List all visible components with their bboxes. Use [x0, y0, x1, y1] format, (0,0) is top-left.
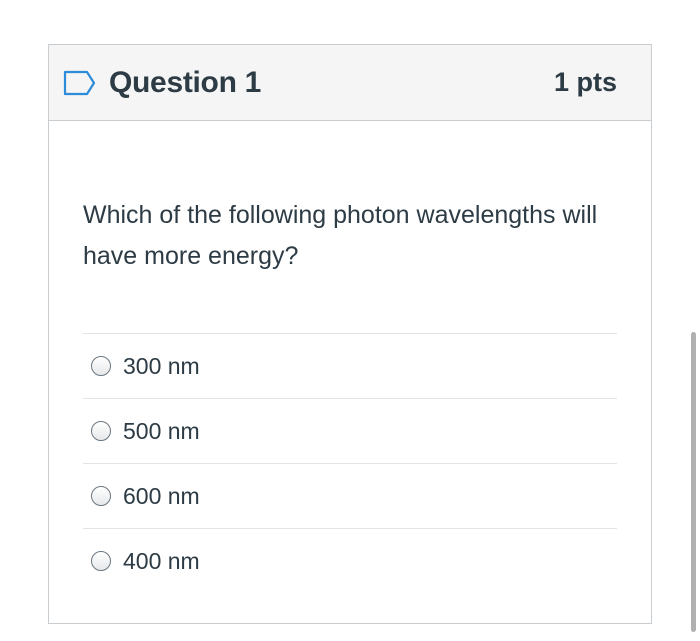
question-card: Question 1 1 pts Which of the following …: [48, 44, 652, 624]
answer-option[interactable]: 300 nm: [83, 334, 617, 399]
answer-label: 500 nm: [123, 417, 200, 444]
question-title: Question 1: [109, 65, 262, 99]
flag-question-icon[interactable]: [63, 70, 97, 96]
answer-radio[interactable]: [91, 421, 111, 441]
answer-radio[interactable]: [91, 356, 111, 376]
answer-radio[interactable]: [91, 551, 111, 571]
quiz-page: Question 1 1 pts Which of the following …: [0, 0, 700, 641]
answer-option[interactable]: 500 nm: [83, 399, 617, 464]
question-text: Which of the following photon wavelength…: [83, 201, 598, 270]
answer-option[interactable]: 400 nm: [83, 529, 617, 593]
question-points: 1 pts: [553, 67, 617, 97]
answer-option[interactable]: 600 nm: [83, 464, 617, 529]
answer-list: 300 nm 500 nm 600 nm 400 nm: [83, 333, 617, 593]
question-header: Question 1 1 pts: [49, 45, 651, 121]
question-body: Which of the following photon wavelength…: [49, 195, 651, 593]
scrollbar-thumb[interactable]: [691, 332, 696, 632]
answer-label: 300 nm: [123, 352, 200, 379]
answer-label: 400 nm: [123, 547, 200, 574]
answer-label: 600 nm: [123, 482, 200, 509]
answer-radio[interactable]: [91, 486, 111, 506]
